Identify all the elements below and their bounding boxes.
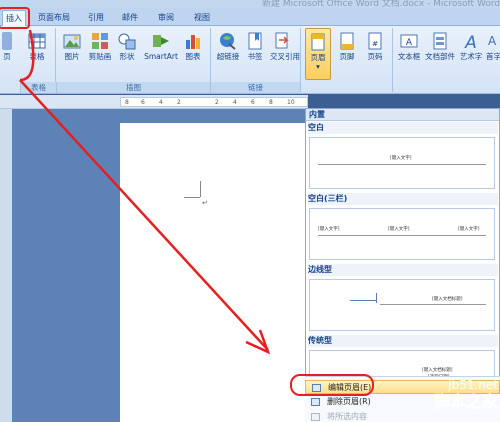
tab-references[interactable]: 引用 <box>84 10 108 26</box>
thumb-text: [键入文字] <box>318 227 340 232</box>
footer-icon <box>338 32 356 50</box>
page-icon <box>2 32 12 50</box>
textbox-icon: A <box>400 32 418 50</box>
tab-review[interactable]: 审阅 <box>152 10 180 26</box>
picture-icon <box>63 32 81 50</box>
horizontal-ruler[interactable]: 8 6 4 2 2 4 6 8 10 <box>0 95 308 109</box>
ruler-strip: 8 6 4 2 2 4 6 8 10 <box>120 97 308 107</box>
watermark-name: 脚本之家 <box>433 392 498 411</box>
page-number-button[interactable]: # 页码 <box>362 32 388 61</box>
dropcap-button[interactable]: A 首字 <box>486 32 500 61</box>
footer-button[interactable]: 页脚 <box>334 32 360 61</box>
ruler-tick: 4 <box>159 99 163 106</box>
annotation-box-edit-header <box>290 374 374 396</box>
chart-icon <box>184 32 202 50</box>
group-label-tables: 表格 <box>20 82 56 93</box>
ruler-tick: 10 <box>287 99 295 106</box>
header-icon <box>309 33 327 51</box>
clipart-icon <box>91 32 109 50</box>
thumb-text: [键入文字] <box>388 227 410 232</box>
bookmark-button[interactable]: 书签 <box>244 32 266 61</box>
thumb-line <box>350 300 376 301</box>
group-label-illustrations: 插图 <box>56 82 210 93</box>
quick-parts-icon <box>431 32 449 50</box>
header-option-sideline[interactable]: [键入文档标题] <box>309 279 495 331</box>
svg-text:A: A <box>406 38 413 48</box>
ribbon-separator <box>392 28 393 92</box>
ruler-tick: 2 <box>215 99 219 106</box>
crop-mark <box>200 181 201 197</box>
clipart-button[interactable]: 剪贴画 <box>86 32 114 61</box>
textbox-button[interactable]: A 文本框 <box>396 32 422 61</box>
smartart-icon <box>152 32 170 50</box>
table-button[interactable]: 表格 <box>24 32 50 61</box>
ruler-tick: 6 <box>251 99 255 106</box>
thumb-text: [键入文档标题] <box>422 368 453 373</box>
paragraph-mark-icon: ↵ <box>202 199 208 207</box>
page-number-icon: # <box>366 32 384 50</box>
tab-mailings[interactable]: 邮件 <box>118 10 142 26</box>
smartart-button[interactable]: SmartArt <box>142 32 180 61</box>
ruler-tick: 8 <box>269 99 273 106</box>
menu-item-label: 将所选内容 <box>327 412 367 421</box>
document-page[interactable]: ↵ <box>120 123 308 422</box>
chart-button[interactable]: 图表 <box>182 32 204 61</box>
gallery-section-title: 边线型 <box>308 264 498 276</box>
document-area: ↵ <box>0 109 308 422</box>
thumb-text: [键入文档标题] <box>432 297 463 302</box>
shapes-button[interactable]: 形状 <box>116 32 138 61</box>
thumb-text: [键入文字] <box>458 227 480 232</box>
thumb-line <box>318 164 486 165</box>
ruler-tick: 8 <box>125 99 129 106</box>
watermark: jb51.net 脚本之家 <box>412 378 498 412</box>
tab-view[interactable]: 视图 <box>188 10 216 26</box>
chevron-down-icon: ▾ <box>316 62 320 71</box>
page-button[interactable]: 页 <box>0 32 14 61</box>
bookmark-icon <box>246 32 264 50</box>
ruler-tick: 4 <box>233 99 237 106</box>
header-button[interactable]: 页眉 ▾ <box>305 28 331 80</box>
table-icon <box>28 32 46 50</box>
save-selection-icon <box>311 413 320 421</box>
header-option-blank[interactable]: [键入文字] <box>309 137 495 189</box>
dropcap-icon: A <box>487 32 499 50</box>
crossref-icon <box>274 32 292 50</box>
thumb-line <box>376 293 377 303</box>
quick-parts-button[interactable]: 文档部件 <box>424 32 456 61</box>
picture-button[interactable]: 图片 <box>60 32 84 61</box>
watermark-url: jb51.net <box>448 378 498 392</box>
header-option-blank-three-column[interactable]: [键入文字] [键入文字] [键入文字] <box>309 208 495 260</box>
hyperlink-icon <box>219 32 237 50</box>
gallery-section-title: 空白(三栏) <box>308 193 498 205</box>
gallery-heading: 内置 <box>306 109 499 121</box>
ruler-tick: 6 <box>141 99 145 106</box>
ribbon-insert: 页 表格 图片 剪贴画 形状 SmartArt 图表 超链接 书签 交叉引用 页… <box>0 26 500 94</box>
svg-text:#: # <box>372 40 378 48</box>
vertical-ruler <box>0 109 12 422</box>
thumb-text: [键入文字] <box>390 156 412 161</box>
wordart-button[interactable]: A 艺术字 <box>458 32 484 61</box>
svg-text:A: A <box>488 34 497 48</box>
crossref-button[interactable]: 交叉引用 <box>270 32 300 61</box>
remove-header-icon <box>311 398 320 406</box>
window-title: 新建 Microsoft Office Word 文档.docx - Micro… <box>262 0 500 8</box>
gallery-section-title: 传统型 <box>308 335 498 347</box>
tab-page-layout[interactable]: 页面布局 <box>34 10 74 26</box>
ribbon-tabs: 插入 页面布局 引用 邮件 审阅 视图 <box>0 8 500 26</box>
gallery-section-title: 空白 <box>308 122 498 134</box>
hyperlink-button[interactable]: 超链接 <box>214 32 242 61</box>
group-label-links: 链接 <box>210 82 300 93</box>
ruler-tick: 2 <box>177 99 181 106</box>
ribbon-separator <box>300 28 301 92</box>
crop-mark <box>184 197 200 198</box>
menu-item-label: 删除页眉(R) <box>327 397 371 406</box>
annotation-box-insert-tab <box>0 7 30 29</box>
thumb-line <box>380 304 486 305</box>
svg-text:A: A <box>464 33 477 50</box>
title-bar: 新建 Microsoft Office Word 文档.docx - Micro… <box>0 0 500 8</box>
thumb-line <box>318 235 486 236</box>
wordart-icon: A <box>462 32 480 53</box>
shapes-icon <box>118 32 136 50</box>
